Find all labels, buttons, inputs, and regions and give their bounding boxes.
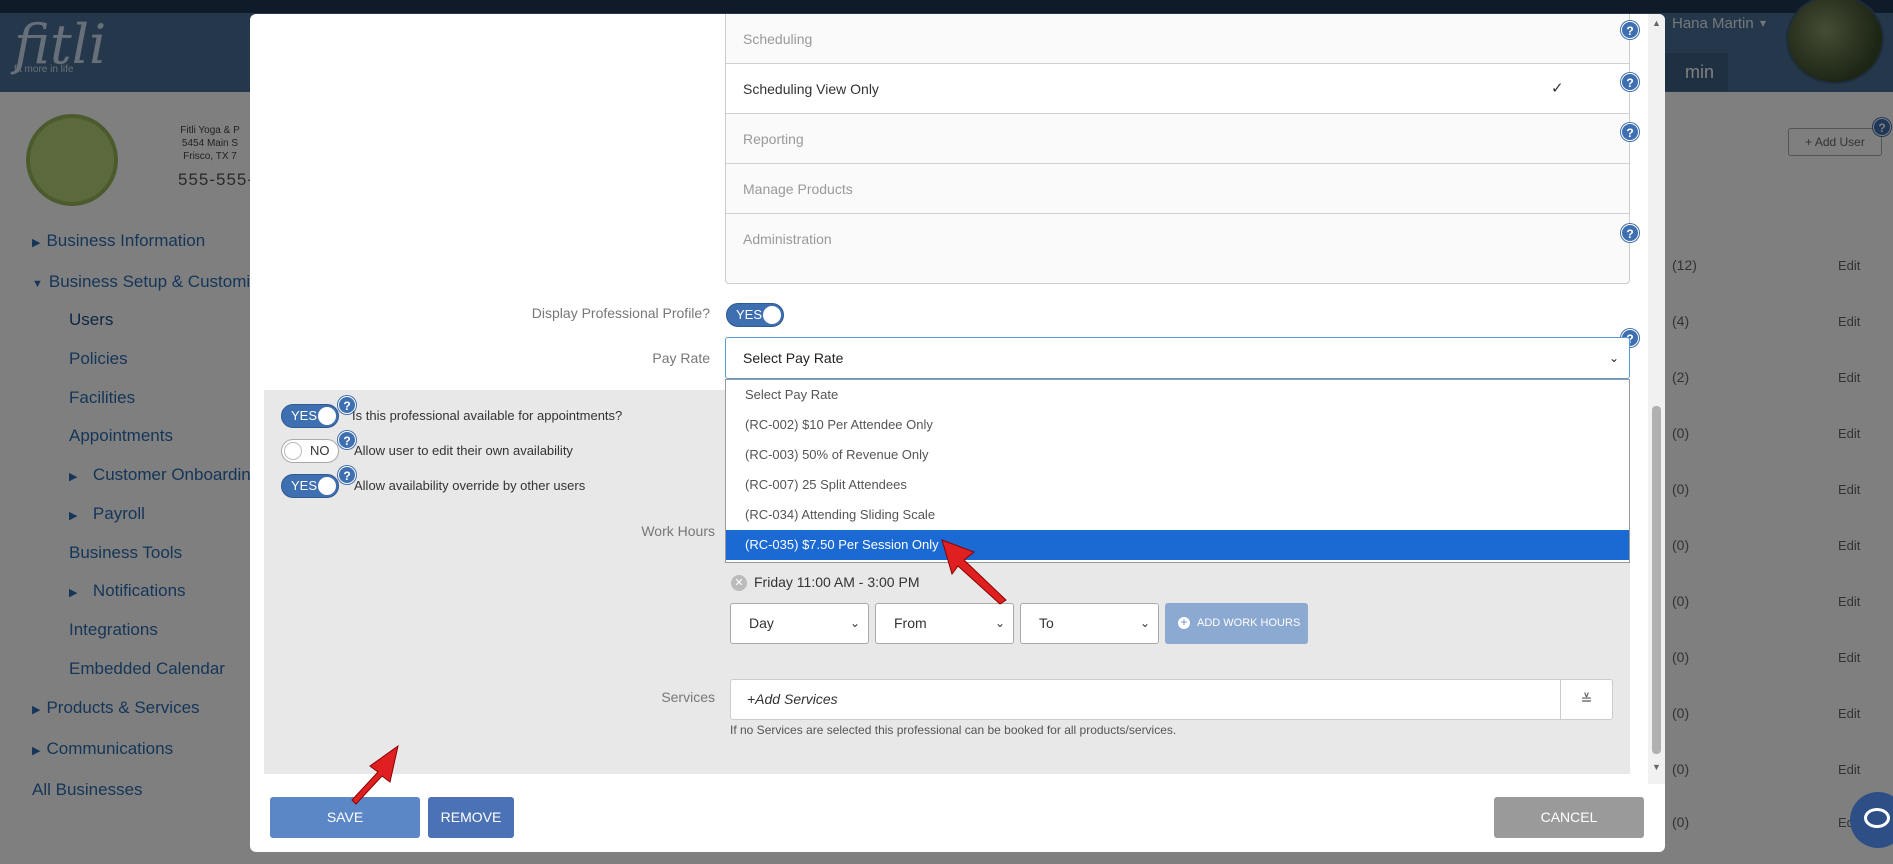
remove-work-hours-icon[interactable]: ✕ <box>731 575 747 591</box>
remove-button[interactable]: REMOVE <box>428 797 514 838</box>
help-icon[interactable]: ? <box>1621 73 1639 91</box>
availability-override-label: Allow availability override by other use… <box>354 478 586 493</box>
app-root: fitli fit more in life Hana Martin ▾ min… <box>0 0 1893 864</box>
display-profile-label: Display Professional Profile? <box>531 305 710 321</box>
chevron-down-icon: ⌄ <box>1139 616 1150 630</box>
day-select[interactable]: Day ⌄ <box>730 603 869 644</box>
to-select[interactable]: To ⌄ <box>1020 603 1159 644</box>
red-arrow-annotation-icon <box>351 744 399 805</box>
permissions-list: Scheduling Scheduling View Only ✓ Reporti… <box>725 14 1630 284</box>
pay-rate-option[interactable]: (RC-002) $10 Per Attendee Only <box>726 410 1629 440</box>
services-help-text: If no Services are selected this profess… <box>730 723 1177 737</box>
permission-scheduling[interactable]: Scheduling <box>726 14 1629 64</box>
add-services-placeholder: +Add Services <box>747 691 838 707</box>
from-select[interactable]: From ⌄ <box>875 603 1014 644</box>
permission-manage-products[interactable]: Manage Products <box>726 164 1629 214</box>
help-icon[interactable]: ? <box>1621 123 1639 141</box>
work-hours-entry: Friday 11:00 AM - 3:00 PM <box>754 574 920 590</box>
add-work-hours-button[interactable]: + ADD WORK HOURS <box>1165 603 1308 644</box>
toggle-knob <box>763 306 781 324</box>
permission-administration[interactable]: Administration <box>726 214 1629 264</box>
checkmark-icon: ✓ <box>1551 80 1564 97</box>
chevron-down-icon: ⌄ <box>994 616 1005 630</box>
pay-rate-option[interactable]: (RC-007) 25 Split Attendees <box>726 470 1629 500</box>
appointments-available-label: Is this professional available for appoi… <box>352 408 623 423</box>
permission-reporting[interactable]: Reporting <box>726 114 1629 164</box>
display-profile-toggle[interactable]: YES <box>726 303 784 327</box>
scroll-down-icon[interactable]: ▼ <box>1652 762 1661 772</box>
pay-rate-option[interactable]: (RC-003) 50% of Revenue Only <box>726 440 1629 470</box>
chevron-down-icon: ⌄ <box>1608 351 1619 365</box>
services-input[interactable]: +Add Services ≚ <box>730 679 1613 720</box>
cancel-button[interactable]: CANCEL <box>1494 797 1644 838</box>
appointments-available-toggle[interactable]: YES <box>281 404 339 428</box>
plus-icon: + <box>1178 617 1190 629</box>
toggle-knob <box>284 442 302 460</box>
edit-own-availability-toggle[interactable]: NO <box>281 439 339 463</box>
pay-rate-option-highlighted[interactable]: (RC-035) $7.50 Per Session Only <box>726 530 1629 560</box>
availability-override-toggle[interactable]: YES <box>281 474 339 498</box>
edit-own-availability-label: Allow user to edit their own availabilit… <box>354 443 573 458</box>
scroll-up-icon[interactable]: ▲ <box>1652 18 1661 28</box>
pay-rate-dropdown: Select Pay Rate (RC-002) $10 Per Attende… <box>725 379 1630 563</box>
work-hours-label: Work Hours <box>641 523 715 539</box>
help-icon[interactable]: ? <box>1621 224 1639 242</box>
chat-icon <box>1864 808 1890 828</box>
services-label: Services <box>661 689 715 705</box>
scrollbar-thumb[interactable] <box>1652 406 1661 754</box>
pay-rate-label: Pay Rate <box>652 350 710 366</box>
pay-rate-option[interactable]: (RC-034) Attending Sliding Scale <box>726 500 1629 530</box>
chevron-down-icon: ⌄ <box>849 616 860 630</box>
help-icon[interactable]: ? <box>1621 21 1639 39</box>
edit-user-modal: Scheduling Scheduling View Only ✓ Reporti… <box>250 14 1665 852</box>
modal-scrollbar[interactable]: ▲ ▼ <box>1648 14 1665 784</box>
red-arrow-annotation-icon <box>941 539 1007 605</box>
toggle-knob <box>318 477 336 495</box>
double-chevron-down-icon[interactable]: ≚ <box>1560 680 1612 719</box>
pay-rate-option[interactable]: Select Pay Rate <box>726 380 1629 410</box>
permission-scheduling-view-only[interactable]: Scheduling View Only ✓ <box>726 64 1629 114</box>
pay-rate-select[interactable]: Select Pay Rate ⌄ <box>725 337 1630 379</box>
toggle-knob <box>318 407 336 425</box>
